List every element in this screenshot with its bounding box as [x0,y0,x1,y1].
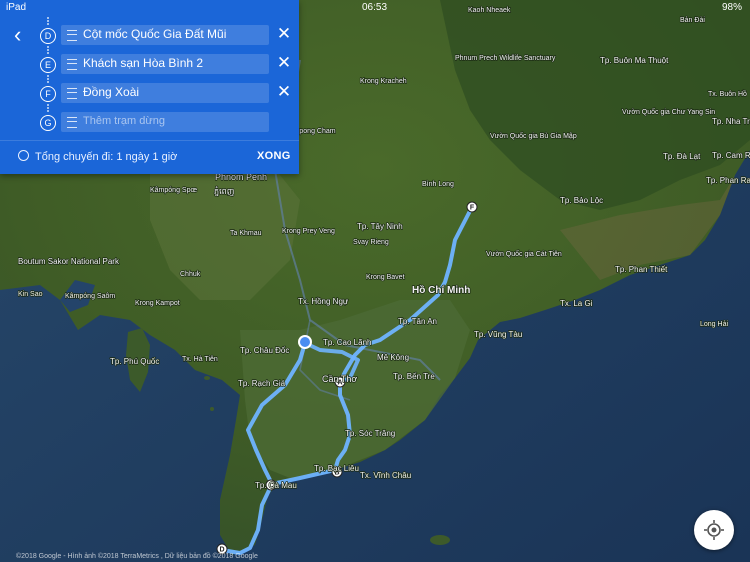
place-label-tp-tay-ninh[interactable]: Tp. Tây Ninh [356,221,403,232]
place-label-binh-long[interactable]: Bình Long [421,180,455,189]
drag-handle-icon[interactable] [67,88,77,99]
place-label-tp-nha-trang[interactable]: Tp. Nha Trang [711,116,750,127]
add-stop-placeholder: Thêm trạm dừng [83,115,165,127]
place-label-ta-khmau[interactable]: Ta Khmau [229,229,262,238]
con-dao-island [430,535,450,545]
battery-indicator: 98% [721,2,742,13]
connector-dots [47,75,51,83]
place-label-long-hai[interactable]: Long Hải [699,320,729,329]
add-stop-field[interactable]: Thêm trạm dừng [61,112,269,132]
clock-icon [18,150,29,161]
place-label-svay-rieng[interactable]: Svay Rieng [352,238,389,247]
stop-name: Đồng Xoài [83,85,140,99]
place-label-tp-chau-doc[interactable]: Tp. Châu Đốc [239,345,290,356]
place-label-krong-prey-veng[interactable]: Krong Prey Veng [281,227,336,236]
place-label-tp-cam-ranh[interactable]: Tp. Cam Ranh [711,150,750,161]
place-label-tp-phan-thiet[interactable]: Tp. Phan Thiết [614,264,669,275]
svg-text:F: F [470,205,475,212]
place-label-tp-cao-lanh[interactable]: Tp. Cao Lãnh [322,337,372,348]
place-label-me-kong[interactable]: Mê Kông [376,352,410,363]
place-label-ban-dai[interactable]: Bản Đài [679,16,706,25]
stop-letter-g: G [40,115,56,131]
place-label-vuon-quoc-gia-bu-gia-map[interactable]: Vườn Quốc gia Bù Gia Mập [489,130,577,141]
place-label-tp-bao-loc[interactable]: Tp. Bảo Lộc [559,195,604,206]
place-label-tp-bac-lieu[interactable]: Tp. Bạc Liêu [313,463,359,474]
stop-letter-e: E [40,57,56,73]
place-label-tx-la-gi[interactable]: Tx. La Gi [559,298,593,309]
place-label-can-tho[interactable]: Cần Thơ [321,373,358,385]
drag-handle-icon[interactable] [67,59,77,70]
remove-stop-icon[interactable]: ✕ [276,54,292,71]
drag-handle-icon [67,117,77,128]
place-label-ho-chi-minh[interactable]: Hồ Chí Minh [411,283,471,297]
place-label-vuon-quoc-gia-chu-yang-sin[interactable]: Vườn Quốc gia Chư Yang Sin [621,106,716,117]
place-label-tp-ca-mau[interactable]: Tp. Cà Mau [254,480,297,491]
waypoint-marker-f[interactable]: F [466,201,478,213]
place-label-boutum-sakor[interactable]: Boutum Sakor National Park [17,256,120,267]
divider [0,140,299,141]
device-label: iPad [6,2,27,13]
remove-stop-icon[interactable]: ✕ [276,25,292,42]
connector-dots [47,104,51,112]
connector-dots [47,17,51,25]
current-location-core [300,337,310,347]
stop-row-g: G Thêm trạm dừng [0,112,299,134]
place-label-krong-kracheh[interactable]: Krong Kracheh [359,77,407,86]
place-label-tp-rach-gia[interactable]: Tp. Rạch Giá [237,378,286,389]
place-label-tp-soc-trang[interactable]: Tp. Sóc Trăng [344,428,396,439]
stop-field-e[interactable]: Khách sạn Hòa Bình 2 [61,54,269,74]
place-label-tp-buon-ma-thuot[interactable]: Tp. Buôn Ma Thuột [599,55,670,66]
place-label-phnum-prech[interactable]: Phnum Prech Wildlife Sanctuary [454,54,556,63]
place-label-tp-vung-tau[interactable]: Tp. Vũng Tàu [473,329,523,340]
place-label-tp-da-lat[interactable]: Tp. Đà Lạt [662,151,702,162]
stop-field-d[interactable]: Cột mốc Quốc Gia Đất Mũi [61,25,269,45]
place-label-vuon-quoc-gia-cat-tien[interactable]: Vườn Quốc gia Cát Tiên [485,248,562,259]
place-label-phnom-penh-kh[interactable]: ភ្នំពេញ [213,185,235,197]
stop-letter-d: D [40,28,56,44]
stop-row-d: D Cột mốc Quốc Gia Đất Mũi ✕ [0,25,299,47]
place-label-kong-bavet[interactable]: Krong Bavet [365,273,405,282]
crosshair-icon [704,520,724,540]
clock: 06:53 [362,2,388,13]
place-label-tp-tan-an[interactable]: Tp. Tân An [397,316,438,327]
place-label-tx-vinh-chau[interactable]: Tx. Vĩnh Châu [359,470,412,481]
remove-stop-icon[interactable]: ✕ [276,83,292,100]
place-label-tp-phan-rang[interactable]: Tp. Phan Rang Tháp Chàm [705,175,750,186]
island [210,407,214,411]
place-label-kin-sao[interactable]: Kin Sao [17,290,43,299]
trip-duration: Tổng chuyến đi: 1 ngày 1 giờ [35,151,178,163]
stop-name: Khách sạn Hòa Bình 2 [83,56,204,70]
place-label-tx-hong-ngu[interactable]: Tx. Hồng Ngự [297,296,349,307]
place-label-tx-buon-ho[interactable]: Tx. Buôn Hồ [707,88,748,99]
stop-letter-f: F [40,86,56,102]
done-button[interactable]: XONG [257,150,291,162]
place-label-tp-phu-quoc[interactable]: Tp. Phú Quốc [109,356,160,367]
trip-summary: Tổng chuyến đi: 1 ngày 1 giờ [18,150,177,163]
my-location-button[interactable] [694,510,734,550]
map-attribution: ©2018 Google - Hình ảnh ©2018 TerraMetri… [16,553,258,560]
stop-row-e: E Khách sạn Hòa Bình 2 ✕ [0,54,299,76]
directions-panel: ‹ D Cột mốc Quốc Gia Đất Mũi ✕ E Khách s… [0,0,299,174]
status-bar: iPad 06:53 98% [0,0,750,14]
place-label-tp-ben-tre[interactable]: Tp. Bến Tre [392,371,436,382]
island [204,376,210,380]
place-label-kampong-speu[interactable]: Kâmpóng Spœ [149,186,198,195]
stop-name: Cột mốc Quốc Gia Đất Mũi [83,27,227,41]
stop-field-f[interactable]: Đồng Xoài [61,83,269,103]
drag-handle-icon[interactable] [67,30,77,41]
place-label-kim-pong-sao[interactable]: Kâmpóng Saôm [64,292,116,301]
connector-dots [47,46,51,54]
place-label-kampong-trach[interactable]: Krong Kampot [134,299,180,308]
place-label-tx-ha-tien[interactable]: Tx. Hà Tiên [181,355,218,364]
place-label-chhuk[interactable]: Chhuk [179,270,201,279]
stop-row-f: F Đồng Xoài ✕ [0,83,299,105]
